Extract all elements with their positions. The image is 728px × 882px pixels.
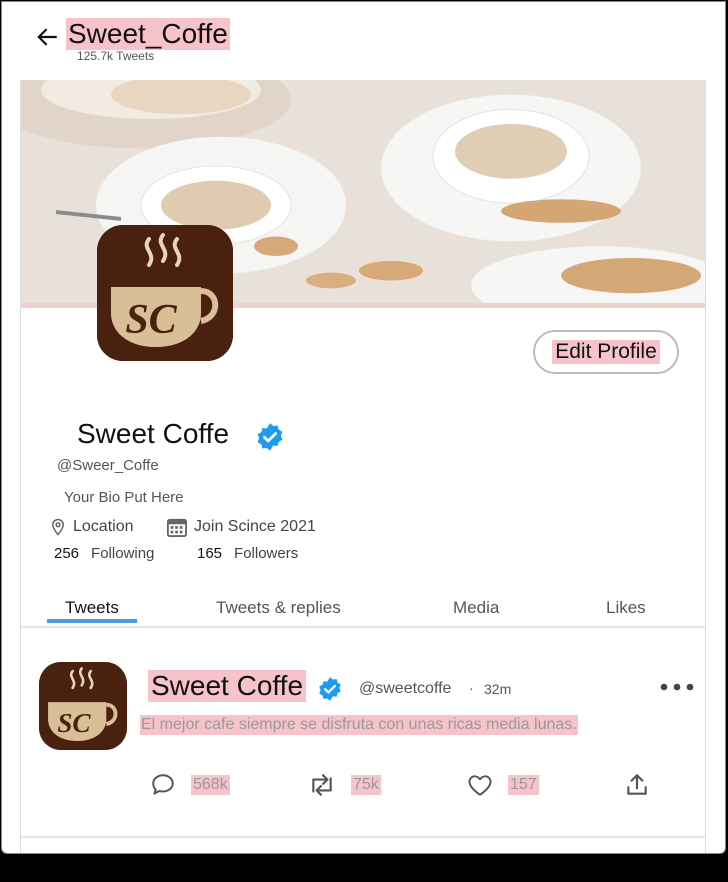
tweet-time[interactable]: 32m bbox=[484, 681, 511, 697]
profile-joined: Join Scince 2021 bbox=[166, 517, 316, 537]
share-icon bbox=[627, 774, 647, 795]
tweet-text: El mejor cafe siempre se disfruta con un… bbox=[140, 715, 578, 735]
tweet-item[interactable]: SC Sweet Coffe @sweetcoffe · 32m El mejo… bbox=[21, 628, 705, 838]
verified-badge-icon bbox=[257, 423, 283, 451]
reply-button[interactable]: 568k bbox=[149, 772, 230, 798]
tweet-author-name[interactable]: Sweet Coffe bbox=[148, 670, 307, 702]
arrow-left-icon[interactable] bbox=[34, 24, 60, 50]
tab-tweets-replies[interactable]: Tweets & replies bbox=[216, 598, 341, 618]
profile-name: Sweet Coffe bbox=[77, 418, 230, 449]
profile-handle: @Sweer_Coffe bbox=[57, 457, 159, 474]
following-count: 256 bbox=[54, 545, 80, 562]
location-text: Location bbox=[73, 518, 134, 535]
profile-bio: Your Bio Put Here bbox=[64, 489, 184, 506]
followers-label: Followers bbox=[234, 545, 299, 562]
bottom-bar bbox=[0, 855, 728, 882]
profile-location: Location bbox=[49, 517, 134, 537]
like-button[interactable]: 157 bbox=[466, 772, 539, 798]
avatar-logo-text: SC bbox=[125, 297, 177, 343]
edit-profile-button[interactable]: Edit Profile bbox=[533, 330, 679, 374]
tab-tweets[interactable]: Tweets bbox=[65, 598, 119, 618]
retweet-icon bbox=[312, 774, 332, 796]
retweet-button[interactable]: 75k bbox=[307, 772, 381, 798]
top-bar: Sweet_Coffe 125.7k Tweets bbox=[2, 2, 725, 72]
tweet-avatar[interactable]: SC bbox=[39, 662, 127, 750]
tab-likes[interactable]: Likes bbox=[606, 598, 646, 618]
location-pin-icon bbox=[51, 518, 65, 536]
profile-page: Sweet_Coffe 125.7k Tweets SC Edit Profil… bbox=[1, 1, 726, 854]
tweet-separator: · bbox=[469, 680, 474, 696]
followers-count: 165 bbox=[197, 545, 223, 562]
heart-icon bbox=[468, 775, 492, 796]
comment-icon bbox=[152, 774, 174, 795]
profile-card: SC Edit Profile Sweet Coffe @Sweer_Coffe… bbox=[20, 80, 706, 853]
page-title: Sweet_Coffe bbox=[66, 18, 230, 50]
share-button[interactable] bbox=[624, 772, 650, 798]
calendar-icon bbox=[167, 518, 187, 537]
active-tab-indicator bbox=[47, 619, 137, 623]
profile-avatar[interactable]: SC bbox=[97, 225, 233, 361]
following-label: Following bbox=[91, 545, 155, 562]
verified-badge-icon bbox=[319, 677, 341, 701]
retweet-count: 75k bbox=[351, 775, 381, 795]
more-dots-icon[interactable] bbox=[659, 680, 695, 694]
joined-text: Join Scince 2021 bbox=[194, 518, 316, 535]
following-stat[interactable]: 256 Following bbox=[54, 545, 154, 562]
like-count: 157 bbox=[508, 775, 539, 795]
tweet-avatar-logo-text: SC bbox=[57, 708, 91, 738]
edit-profile-label: Edit Profile bbox=[552, 340, 660, 364]
followers-stat[interactable]: 165 Followers bbox=[197, 545, 298, 562]
tweet-count: 125.7k Tweets bbox=[77, 49, 155, 63]
reply-count: 568k bbox=[191, 775, 230, 795]
tweet-author-handle[interactable]: @sweetcoffe bbox=[359, 680, 451, 698]
tab-media[interactable]: Media bbox=[453, 598, 499, 618]
